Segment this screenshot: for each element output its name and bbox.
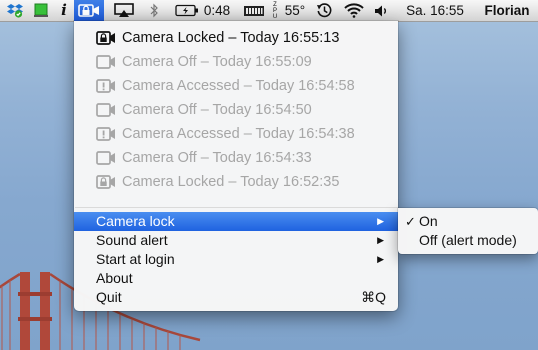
history-text: Camera Accessed – Today 16:54:58 <box>122 78 355 94</box>
airplay-icon[interactable] <box>112 0 136 21</box>
submenu-arrow-icon: ▶ <box>377 254 384 264</box>
menu-separator <box>75 207 397 208</box>
camera-accessed-icon <box>96 127 115 141</box>
sound-alert-label: Sound alert <box>96 232 168 248</box>
menubar-clock[interactable]: Sa. 16:55 <box>402 0 468 21</box>
on-label: On <box>419 213 438 229</box>
camera-lock-menu-item[interactable]: Camera lock ▶ <box>74 212 398 231</box>
user-name[interactable]: Florian <box>478 0 536 21</box>
history-item: Camera Off – Today 16:54:33 <box>74 146 398 170</box>
about-label: About <box>96 270 133 286</box>
history-text: Camera Locked – Today 16:55:13 <box>122 30 340 46</box>
memory-chip-icon[interactable] <box>242 0 266 21</box>
camera-lock-on-option[interactable]: ✓ On <box>398 212 538 231</box>
camera-lock-label: Camera lock <box>96 213 175 229</box>
info-icon[interactable]: i <box>56 0 72 21</box>
checkmark-icon: ✓ <box>405 214 416 229</box>
history-text: Camera Off – Today 16:54:50 <box>122 102 312 118</box>
bluetooth-icon[interactable] <box>146 0 162 21</box>
wifi-icon[interactable] <box>342 0 366 21</box>
green-app-icon[interactable] <box>30 0 52 21</box>
history-item: Camera Accessed – Today 16:54:38 <box>74 122 398 146</box>
camera-locked-icon <box>96 31 115 45</box>
history-item: Camera Off – Today 16:54:50 <box>74 98 398 122</box>
temperature-reading[interactable]: 55° <box>282 0 308 21</box>
history-text: Camera Off – Today 16:55:09 <box>122 54 312 70</box>
quit-label: Quit <box>96 289 122 305</box>
history-item: Camera Accessed – Today 16:54:58 <box>74 74 398 98</box>
camera-off-icon <box>96 55 115 69</box>
history-text: Camera Accessed – Today 16:54:38 <box>122 126 355 142</box>
battery-icon[interactable] <box>174 0 200 21</box>
submenu-arrow-icon: ▶ <box>377 216 384 226</box>
history-text: Camera Locked – Today 16:52:35 <box>122 174 340 190</box>
dropbox-icon[interactable] <box>4 0 26 21</box>
camera-lock-icon[interactable] <box>74 0 104 21</box>
camera-locked-icon <box>96 175 115 189</box>
camera-off-icon <box>96 103 115 117</box>
menu-bar: i 0:48 Z P U 55° Sa. 16:55 Florian <box>0 0 538 22</box>
camera-lock-submenu: ✓ On Off (alert mode) <box>398 208 538 254</box>
submenu-arrow-icon: ▶ <box>377 235 384 245</box>
start-at-login-menu-item[interactable]: Start at login ▶ <box>74 250 398 269</box>
history-item: Camera Locked – Today 16:52:35 <box>74 170 398 194</box>
history-item[interactable]: Camera Locked – Today 16:55:13 <box>74 26 398 50</box>
history-item: Camera Off – Today 16:55:09 <box>74 50 398 74</box>
about-menu-item[interactable]: About <box>74 269 398 288</box>
camera-off-icon <box>96 151 115 165</box>
time-machine-icon[interactable] <box>314 0 334 21</box>
camera-accessed-icon <box>96 79 115 93</box>
sound-alert-menu-item[interactable]: Sound alert ▶ <box>74 231 398 250</box>
quit-menu-item[interactable]: Quit ⌘Q <box>74 288 398 307</box>
quit-shortcut: ⌘Q <box>361 289 386 305</box>
history-text: Camera Off – Today 16:54:33 <box>122 150 312 166</box>
camera-lock-off-option[interactable]: Off (alert mode) <box>398 231 538 250</box>
start-at-login-label: Start at login <box>96 251 175 267</box>
battery-time[interactable]: 0:48 <box>200 0 234 21</box>
camera-lock-menu: Camera Locked – Today 16:55:13 Camera Of… <box>74 21 398 311</box>
volume-icon[interactable] <box>372 0 392 21</box>
off-label: Off (alert mode) <box>419 232 517 248</box>
cpu-temp-icon[interactable]: ZPU <box>268 0 282 21</box>
